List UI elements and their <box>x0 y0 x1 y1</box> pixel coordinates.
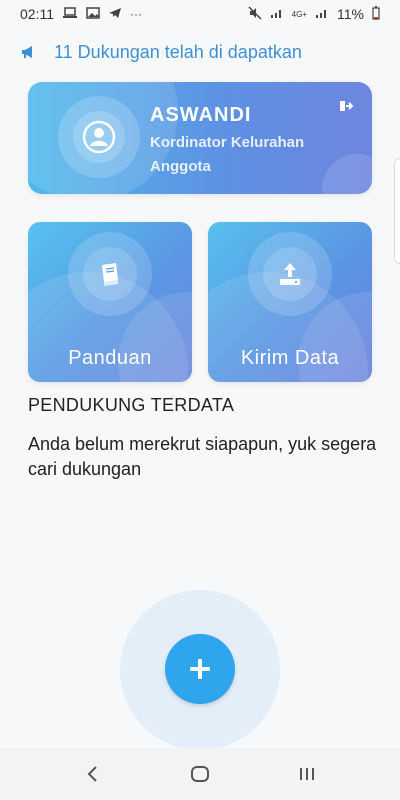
panduan-tile[interactable]: Panduan <box>28 222 192 382</box>
network-type: 4G+ <box>291 9 308 19</box>
back-button[interactable] <box>73 754 113 794</box>
user-icon <box>82 120 116 154</box>
announcement-text: 11 Dukungan telah di dapatkan <box>54 41 302 62</box>
recents-button[interactable] <box>287 754 327 794</box>
book-icon <box>102 263 118 286</box>
laptop-icon <box>62 6 78 22</box>
mute-icon <box>248 5 262 23</box>
battery-percent: 11% <box>337 6 364 22</box>
recents-icon <box>299 768 314 780</box>
supporters-empty-message: Anda belum merekrut siapapun, yuk segera… <box>28 434 377 479</box>
decor-bubble <box>322 154 372 194</box>
tile-icon-ring <box>248 232 332 316</box>
supporters-title: PENDUKUNG TERDATA <box>28 395 235 415</box>
home-icon <box>190 766 209 782</box>
image-icon <box>86 6 100 22</box>
status-time: 02:11 <box>20 6 54 22</box>
profile-role: Kordinator Kelurahan <box>150 134 305 151</box>
add-supporter-button[interactable] <box>165 634 235 704</box>
status-bar: 02:11 ··· 4G+ 11% <box>0 0 400 28</box>
system-nav-bar <box>0 748 400 800</box>
logout-icon <box>340 101 354 111</box>
profile-name: ASWANDI <box>150 104 252 126</box>
side-panel-handle[interactable] <box>394 158 400 264</box>
home-button[interactable] <box>180 754 220 794</box>
signal-icon <box>270 7 284 22</box>
upload-icon <box>280 263 300 285</box>
telegram-icon <box>108 7 122 22</box>
plus-icon <box>190 659 210 679</box>
profile-card[interactable]: ASWANDI Kordinator Kelurahan Anggota <box>28 82 372 194</box>
kirim-data-label: Kirim Data <box>240 347 340 369</box>
tile-icon-ring <box>68 232 152 316</box>
megaphone-icon <box>20 44 36 60</box>
panduan-label: Panduan <box>68 347 152 369</box>
kirim-data-tile[interactable]: Kirim Data <box>208 222 372 382</box>
avatar <box>58 96 140 178</box>
signal-icon-2 <box>315 7 329 22</box>
status-right: 4G+ 11% <box>248 5 380 23</box>
back-icon <box>87 766 98 782</box>
battery-icon <box>372 5 380 23</box>
more-notifications-icon: ··· <box>130 7 142 21</box>
announcement-bar: 11 Dukungan telah di dapatkan <box>20 38 380 66</box>
profile-level: Anggota <box>150 158 211 175</box>
logout-button[interactable] <box>338 98 354 114</box>
status-left: 02:11 ··· <box>20 6 142 22</box>
